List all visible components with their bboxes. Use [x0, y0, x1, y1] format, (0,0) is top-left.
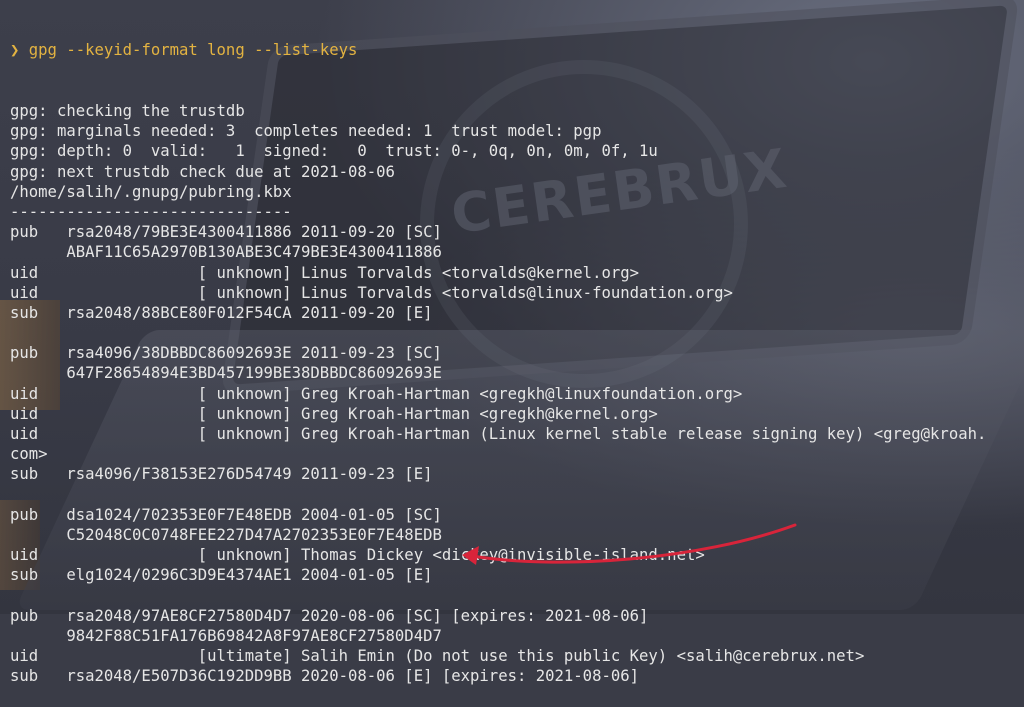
terminal-line: uid [ unknown] Linus Torvalds <torvalds@…: [10, 283, 733, 302]
prompt-symbol: ❯: [10, 41, 20, 60]
terminal-line: uid [ unknown] Greg Kroah-Hartman <gregk…: [10, 384, 743, 403]
terminal-line: C52048C0C0748FEE227D47A2702353E0F7E48EDB: [10, 525, 442, 544]
terminal-line: ABAF11C65A2970B130ABE3C479BE3E4300411886: [10, 243, 442, 262]
terminal-line: uid [ unknown] Greg Kroah-Hartman (Linux…: [10, 425, 987, 443]
terminal-line: com>: [10, 445, 48, 464]
terminal-line: pub rsa2048/97AE8CF27580D4D7 2020-08-06 …: [10, 606, 649, 625]
terminal-line: uid [ unknown] Linus Torvalds <torvalds@…: [10, 263, 640, 282]
terminal-line: sub rsa2048/88BCE80F012F54CA 2011-09-20 …: [10, 303, 433, 322]
terminal-line: pub rsa4096/38DBBDC86092693E 2011-09-23 …: [10, 344, 442, 363]
terminal-line: uid [ unknown] Thomas Dickey <dickey@inv…: [10, 546, 705, 565]
output-lines: gpg: checking the trustdb gpg: marginals …: [10, 101, 1024, 686]
terminal-line: gpg: depth: 0 valid: 1 signed: 0 trust: …: [10, 142, 658, 161]
terminal-line: uid [ultimate] Salih Emin (Do not use th…: [10, 647, 865, 666]
terminal-line: 647F28654894E3BD457199BE38DBBDC86092693E: [10, 364, 442, 383]
terminal-line: gpg: marginals needed: 3 completes neede…: [10, 122, 602, 141]
command-text: gpg --keyid-format long --list-keys: [19, 41, 358, 60]
terminal-line: pub dsa1024/702353E0F7E48EDB 2004-01-05 …: [10, 505, 442, 524]
terminal-line: gpg: next trustdb check due at 2021-08-0…: [10, 162, 395, 181]
terminal-line: 9842F88C51FA176B69842A8F97AE8CF27580D4D7: [10, 626, 442, 645]
terminal-line: ------------------------------: [10, 202, 292, 221]
terminal-line: uid [ unknown] Greg Kroah-Hartman <gregk…: [10, 404, 658, 423]
terminal-line: sub rsa2048/E507D36C192DD9BB 2020-08-06 …: [10, 667, 640, 686]
terminal-line: gpg: checking the trustdb: [10, 102, 245, 120]
terminal-line: /home/salih/.gnupg/pubring.kbx: [10, 182, 292, 201]
terminal-line: sub rsa4096/F38153E276D54749 2011-09-23 …: [10, 465, 433, 484]
terminal-output[interactable]: ❯ gpg --keyid-format long --list-keys gp…: [10, 0, 1024, 707]
prompt-line: ❯ gpg --keyid-format long --list-keys: [10, 40, 1024, 60]
terminal-line: pub rsa2048/79BE3E4300411886 2011-09-20 …: [10, 223, 442, 242]
terminal-line: sub elg1024/0296C3D9E4374AE1 2004-01-05 …: [10, 566, 433, 585]
